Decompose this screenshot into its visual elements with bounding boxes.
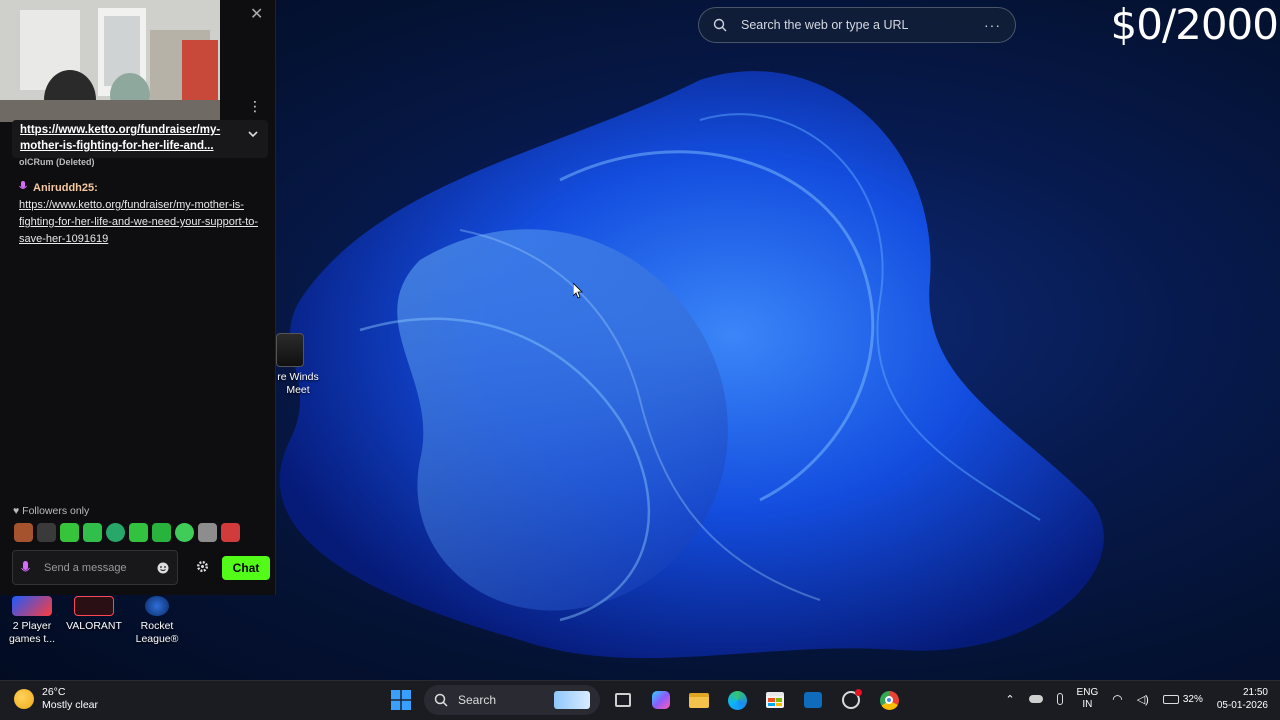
emote-icon[interactable] xyxy=(221,523,240,542)
emote-icon[interactable] xyxy=(60,523,79,542)
search-icon xyxy=(713,18,727,32)
desktop-icon-valorant[interactable]: VALORANT xyxy=(62,596,126,633)
weather-temp: 26°C xyxy=(42,686,66,698)
weather-moon-icon xyxy=(14,689,34,709)
emote-icon[interactable] xyxy=(129,523,148,542)
taskbar-apps: Search xyxy=(386,685,904,715)
onedrive-icon[interactable] xyxy=(1028,695,1043,703)
clock-date: 05-01-2026 xyxy=(1216,700,1268,711)
mic-icon[interactable] xyxy=(21,560,30,575)
battery-percent: 32% xyxy=(1182,693,1203,705)
donation-goal-counter: $0/2000 xyxy=(1110,0,1279,49)
chat-username[interactable]: Aniruddh25: xyxy=(33,182,98,194)
gear-icon[interactable] xyxy=(196,560,209,573)
mouse-cursor xyxy=(573,283,583,299)
close-icon[interactable]: ✕ xyxy=(250,4,263,24)
emote-icon[interactable] xyxy=(198,523,217,542)
copilot-icon[interactable] xyxy=(646,685,676,715)
chat-message: Aniruddh25: https://www.ketto.org/fundra… xyxy=(19,180,259,248)
desktop-icon-2-player-games[interactable]: 2 Player games t... xyxy=(0,596,64,646)
emote-bar xyxy=(14,523,240,542)
kebab-menu-icon[interactable]: ⋮ xyxy=(248,98,262,115)
region-code: IN xyxy=(1082,699,1093,710)
game-icon xyxy=(12,596,52,616)
app-icon[interactable] xyxy=(836,685,866,715)
chevron-down-icon[interactable] xyxy=(248,129,258,139)
emote-icon[interactable] xyxy=(106,523,125,542)
chat-message-link[interactable]: https://www.ketto.org/fundraiser/my-moth… xyxy=(19,197,259,248)
send-chat-button[interactable]: Chat xyxy=(222,556,270,580)
store-icon[interactable] xyxy=(760,685,790,715)
desktop-icon-rocket-league[interactable]: Rocket League® xyxy=(125,596,189,646)
battery-indicator[interactable]: 32% xyxy=(1162,693,1203,705)
stream-chat-panel: ✕ ⋮ https://www.ketto.org/fundraiser/my-… xyxy=(0,0,276,595)
game-icon xyxy=(276,333,304,367)
language-code: ENG xyxy=(1076,687,1099,698)
mic-badge-icon xyxy=(19,181,27,189)
chevron-up-icon[interactable]: ⌃ xyxy=(1005,693,1014,706)
webcam-overlay xyxy=(0,0,220,122)
weather-desc: Mostly clear xyxy=(42,699,99,711)
clock-time: 21:50 xyxy=(1242,687,1268,698)
chat-input[interactable]: Send a message xyxy=(12,550,178,585)
pinned-message[interactable]: https://www.ketto.org/fundraiser/my-moth… xyxy=(12,120,268,158)
language-indicator[interactable]: ENG IN xyxy=(1077,687,1099,711)
search-placeholder: Search the web or type a URL xyxy=(741,18,909,32)
volume-icon[interactable]: ◁) xyxy=(1137,693,1149,706)
system-tray: ⌃ ENG IN ◠ ◁) 32% 21:50 05-01-2026 xyxy=(1005,686,1268,712)
file-explorer-icon[interactable] xyxy=(684,685,714,715)
deleted-message: oICRum (Deleted) xyxy=(19,157,95,167)
followers-only-notice: ♥ Followers only xyxy=(13,505,89,517)
emote-icon[interactable] xyxy=(37,523,56,542)
emote-icon[interactable] xyxy=(152,523,171,542)
microphone-icon[interactable] xyxy=(1056,693,1063,705)
outlook-icon[interactable] xyxy=(798,685,828,715)
more-options-icon[interactable]: ··· xyxy=(984,17,1001,33)
desktop-icon-label: 2 Player games t... xyxy=(8,620,56,645)
weather-widget[interactable]: 26°C Mostly clear xyxy=(14,686,98,712)
battery-icon xyxy=(1162,694,1179,704)
rocket-league-icon xyxy=(145,596,169,616)
search-icon xyxy=(434,693,448,707)
wifi-icon[interactable]: ◠ xyxy=(1112,692,1122,706)
taskbar-search[interactable]: Search xyxy=(424,685,600,715)
chat-input-placeholder: Send a message xyxy=(44,561,127,574)
emote-icon[interactable] xyxy=(14,523,33,542)
chrome-icon[interactable] xyxy=(874,685,904,715)
pinned-link[interactable]: https://www.ketto.org/fundraiser/my-moth… xyxy=(20,122,240,154)
desktop-icon-label: Rocket League® xyxy=(135,620,179,645)
emote-icon[interactable] xyxy=(83,523,102,542)
valorant-icon xyxy=(74,596,114,616)
followers-only-label: Followers only xyxy=(22,505,90,517)
edge-icon[interactable] xyxy=(722,685,752,715)
heart-icon: ♥ xyxy=(13,505,20,517)
emoji-icon[interactable] xyxy=(157,562,169,574)
desktop-icon-label: VALORANT xyxy=(66,620,122,632)
taskbar-search-label: Search xyxy=(458,693,497,707)
start-button[interactable] xyxy=(386,685,416,715)
clock[interactable]: 21:50 05-01-2026 xyxy=(1217,686,1268,712)
taskbar: 26°C Mostly clear Search ⌃ ENG IN ◠ ◁) 3… xyxy=(0,680,1280,720)
emote-icon[interactable] xyxy=(175,523,194,542)
search-highlight-icon xyxy=(554,691,590,709)
task-view-icon[interactable] xyxy=(608,685,638,715)
windows-icon xyxy=(391,690,411,710)
browser-search-bar[interactable]: Search the web or type a URL ··· xyxy=(698,7,1016,43)
